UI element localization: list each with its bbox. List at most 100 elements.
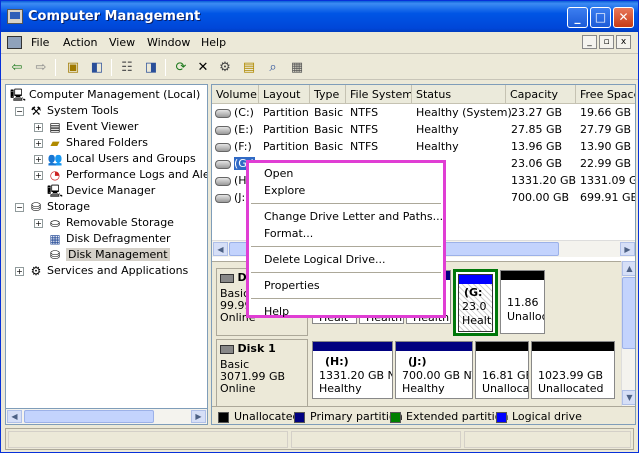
volume-row[interactable]: (C:) Partition Basic NTFS Healthy (Syste… (212, 104, 635, 121)
volume-layout: Partition (263, 140, 309, 153)
column-layout[interactable]: Layout (259, 85, 310, 104)
delete-icon[interactable]: ✕ (193, 58, 213, 77)
scroll-thumb[interactable] (622, 277, 635, 349)
title-bar[interactable]: Computer Management _ □ ✕ (1, 1, 638, 32)
tree-item-services-applications[interactable]: + ⚙ Services and Applications (15, 263, 188, 279)
logical-drive-g[interactable]: (G: 23.0 Healt (458, 274, 493, 332)
volume-layout: Partition (263, 123, 309, 136)
scroll-up-arrow-icon[interactable]: ▲ (622, 261, 635, 276)
mdi-close-button[interactable]: x (616, 35, 631, 49)
tree-item-performance-logs[interactable]: +◔Performance Logs and Alerts (34, 167, 207, 183)
tree-item-removable-storage[interactable]: + ⛀ Removable Storage (34, 215, 174, 231)
settings-icon[interactable]: ⚙ (215, 58, 235, 77)
drive-icon (215, 125, 231, 135)
column-type[interactable]: Type (310, 85, 346, 104)
disk-1-label[interactable]: Disk 1 Basic 3071.99 GB Online (216, 339, 308, 407)
toolbar-separator (165, 59, 166, 76)
expand-toggle[interactable]: + (15, 266, 24, 276)
tree-item-disk-management[interactable]: ⛁ Disk Management (47, 247, 170, 263)
collapse-toggle[interactable]: − (15, 106, 24, 116)
expand-toggle[interactable]: + (34, 218, 43, 228)
performance-icon: ◔ (49, 168, 61, 182)
column-volume[interactable]: Volume (212, 85, 259, 104)
partition-h[interactable]: (H:) 1331.20 GB NT Healthy (312, 341, 393, 399)
expand-toggle[interactable]: + (34, 170, 43, 180)
show-hide-tree-icon[interactable]: ◧ (87, 58, 107, 77)
disk-0-unallocated[interactable]: 11.86 Unalloc (500, 270, 545, 334)
disk-1-unallocated[interactable]: 1023.99 GB Unallocated (531, 341, 615, 399)
expand-toggle[interactable]: + (34, 138, 43, 148)
legend-swatch (496, 411, 507, 423)
tree-item-event-viewer[interactable]: + ▤ Event Viewer (34, 119, 138, 135)
tree-item-computer-management[interactable]: 🖳 Computer Management (Local) (10, 87, 200, 103)
tree-horizontal-scrollbar[interactable]: ◀ ▶ (5, 408, 208, 425)
tree-item-system-tools[interactable]: − ⚒ System Tools (15, 103, 119, 119)
mdi-minimize-button[interactable]: _ (582, 35, 597, 49)
back-arrow-icon[interactable]: ⇦ (7, 58, 27, 77)
menu-window[interactable]: Window (147, 36, 190, 49)
menu-item-format[interactable]: Format... (249, 225, 443, 242)
column-status[interactable]: Status (412, 85, 506, 104)
status-segment (8, 431, 288, 448)
tree-item-local-users-groups[interactable]: + 👥 Local Users and Groups (34, 151, 196, 167)
volume-row[interactable]: (F:) Partition Basic NTFS Healthy 13.96 … (212, 138, 635, 155)
extended-partition-frame[interactable]: (G: 23.0 Healt (453, 269, 498, 336)
scroll-left-arrow-icon[interactable]: ◀ (213, 242, 228, 256)
disk-management-icon: ⛁ (49, 248, 61, 262)
users-icon: 👥 (47, 152, 63, 166)
open-folder-icon[interactable]: ▤ (239, 58, 259, 77)
computer-management-icon (7, 9, 23, 24)
column-file-system[interactable]: File System (346, 85, 412, 104)
mdi-restore-button[interactable]: ▫ (599, 35, 614, 49)
app-menu-icon[interactable] (7, 36, 22, 49)
collapse-toggle[interactable]: − (15, 202, 24, 212)
menu-help[interactable]: Help (201, 36, 226, 49)
disk-1-unallocated[interactable]: 16.81 GB Unallocat (475, 341, 529, 399)
volume-file-system: NTFS (350, 123, 379, 136)
menu-item-help[interactable]: Help (249, 303, 443, 320)
disk-view-vertical-scrollbar[interactable]: ▲ ▼ (621, 261, 635, 406)
computer-icon: 🖳 (10, 88, 27, 102)
minimize-button[interactable]: _ (567, 7, 588, 28)
menu-file[interactable]: File (31, 36, 49, 49)
tree-item-shared-folders[interactable]: + ▰ Shared Folders (34, 135, 148, 151)
scroll-right-arrow-icon[interactable]: ▶ (620, 242, 635, 256)
tree-item-disk-defragmenter[interactable]: ▦ Disk Defragmenter (47, 231, 170, 247)
scroll-thumb[interactable] (24, 410, 154, 423)
tree-item-storage[interactable]: − ⛁ Storage (15, 199, 90, 215)
close-button[interactable]: ✕ (613, 7, 634, 28)
export-icon[interactable]: ▦ (287, 58, 307, 77)
menu-item-open[interactable]: Open (249, 165, 443, 182)
expand-toggle[interactable]: + (34, 122, 43, 132)
expand-toggle[interactable]: + (34, 154, 43, 164)
scroll-left-arrow-icon[interactable]: ◀ (7, 410, 22, 423)
unallocated-bar (501, 271, 544, 280)
column-capacity[interactable]: Capacity (506, 85, 576, 104)
disk-1-status: Online (220, 382, 256, 395)
scroll-down-arrow-icon[interactable]: ▼ (622, 390, 635, 405)
menu-separator (251, 246, 441, 247)
status-bar (5, 428, 634, 450)
up-folder-icon[interactable]: ▣ (63, 58, 83, 77)
volume-free-space: 13.90 GB (580, 140, 632, 153)
help-icon[interactable]: ◨ (141, 58, 161, 77)
tree-item-device-manager[interactable]: 🖳 Device Manager (47, 183, 155, 199)
menu-view[interactable]: View (109, 36, 135, 49)
properties-icon[interactable]: ☷ (117, 58, 137, 77)
search-icon[interactable]: ⌕ (263, 58, 283, 77)
menu-item-explore[interactable]: Explore (249, 182, 443, 199)
maximize-button[interactable]: □ (590, 7, 611, 28)
menu-item-properties[interactable]: Properties (249, 277, 443, 294)
volume-free-space: 22.99 GB (580, 157, 632, 170)
menu-item-delete-logical-drive[interactable]: Delete Logical Drive... (249, 251, 443, 268)
volume-status: Healthy (416, 123, 459, 136)
menu-action[interactable]: Action (63, 36, 97, 49)
drive-icon (215, 176, 231, 186)
volume-row[interactable]: (E:) Partition Basic NTFS Healthy 27.85 … (212, 121, 635, 138)
partition-j[interactable]: (J:) 700.00 GB NT Healthy (395, 341, 473, 399)
column-free-space[interactable]: Free Space (576, 85, 635, 104)
menu-item-change-drive-letter[interactable]: Change Drive Letter and Paths... (249, 208, 443, 225)
forward-arrow-icon[interactable]: ⇨ (31, 58, 51, 77)
refresh-icon[interactable]: ⟳ (171, 58, 191, 77)
scroll-right-arrow-icon[interactable]: ▶ (191, 410, 206, 423)
